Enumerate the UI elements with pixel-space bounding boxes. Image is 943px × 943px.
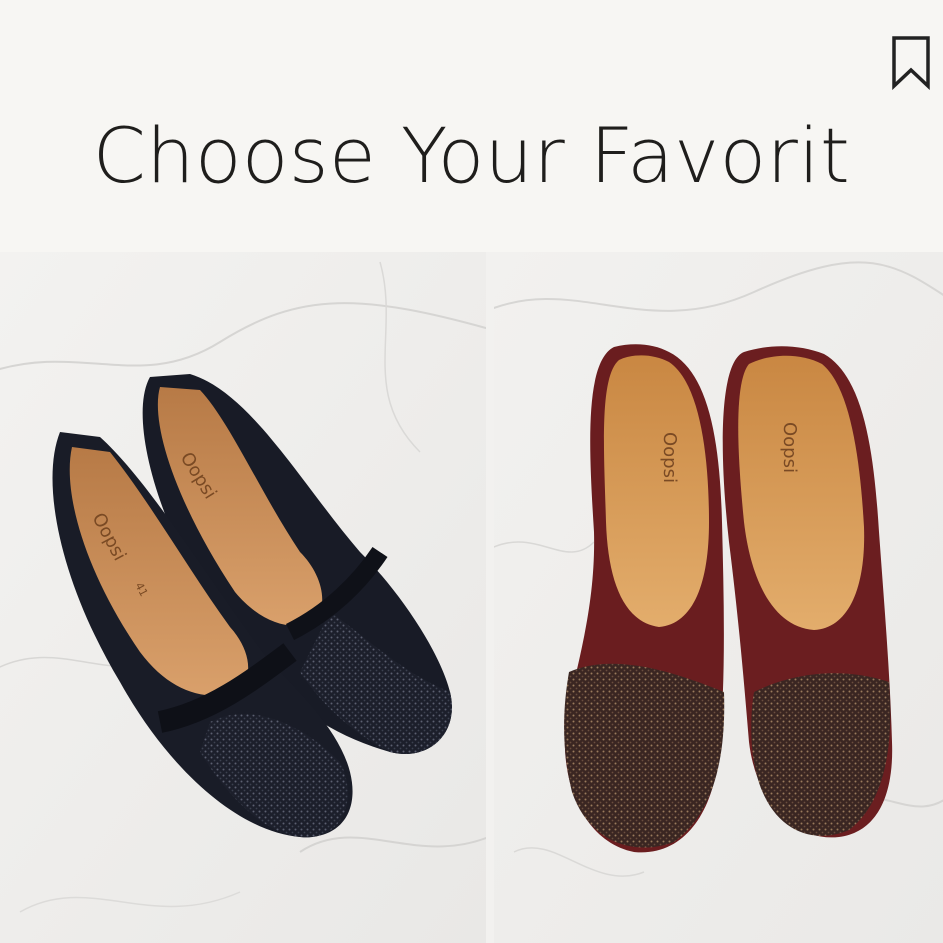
page: Choose Your Favorit Oopsi Oopsi 41 Oopsi…: [0, 0, 943, 943]
product-photo-burgundy-flats[interactable]: Oopsi Oopsi: [494, 252, 943, 943]
photo-divider: [486, 252, 494, 943]
product-photo-black-flats[interactable]: Oopsi Oopsi 41: [0, 252, 486, 943]
insole-brand-text: Oopsi: [779, 422, 800, 473]
insole-brand-text: Oopsi: [659, 432, 680, 483]
bookmark-icon[interactable]: [888, 34, 934, 90]
header: Choose Your Favorit: [0, 0, 943, 250]
page-title: Choose Your Favorit: [92, 111, 851, 200]
